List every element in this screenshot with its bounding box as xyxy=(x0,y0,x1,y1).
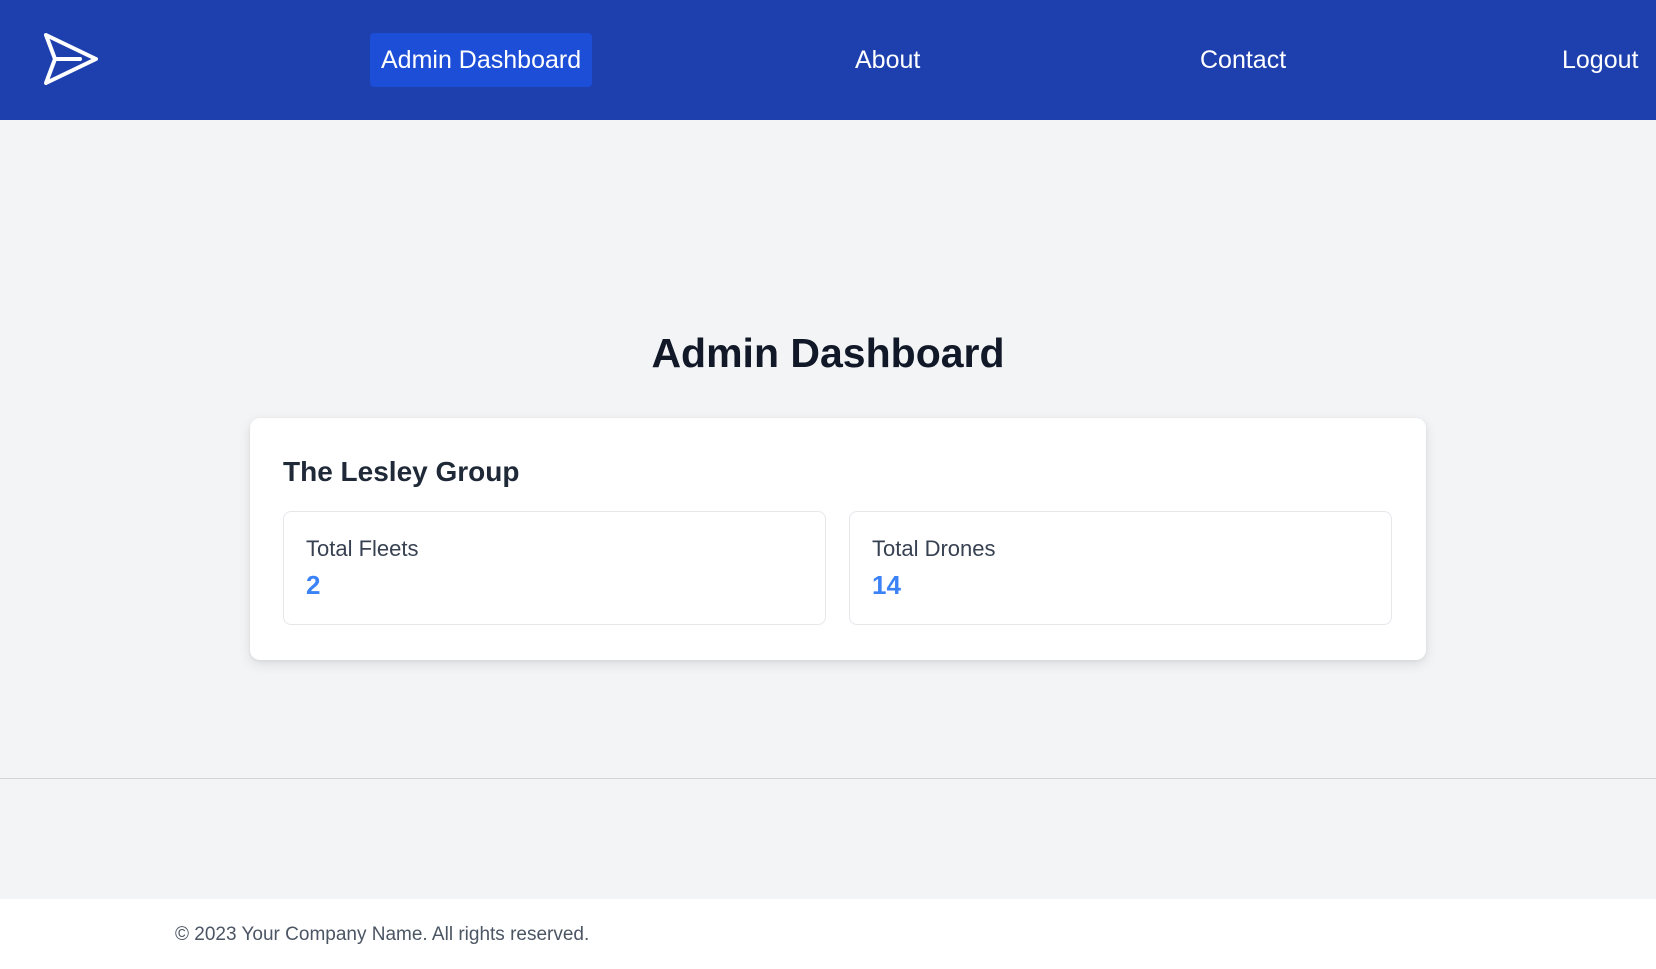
nav-link-contact[interactable]: Contact xyxy=(1200,33,1286,87)
organization-card: The Lesley Group Total Fleets 2 Total Dr… xyxy=(250,418,1426,660)
stat-label: Total Drones xyxy=(872,536,996,561)
nav-link-admin-dashboard[interactable]: Admin Dashboard xyxy=(370,33,593,87)
stat-value: 2 xyxy=(306,570,321,600)
footer: © 2023 Your Company Name. All rights res… xyxy=(0,899,1656,969)
total-drones-stat: Total Drones 14 xyxy=(849,511,1392,625)
stat-label: Total Fleets xyxy=(306,536,419,561)
stat-value: 14 xyxy=(872,570,901,600)
organization-name: The Lesley Group xyxy=(283,456,520,487)
paper-plane-icon[interactable] xyxy=(42,31,100,87)
total-fleets-stat: Total Fleets 2 xyxy=(283,511,826,625)
copyright-text: © 2023 Your Company Name. All rights res… xyxy=(175,924,590,945)
nav-link-logout[interactable]: Logout xyxy=(1562,33,1638,87)
navbar: Admin Dashboard About Contact Logout xyxy=(0,0,1656,120)
page-title: Admin Dashboard xyxy=(651,330,1005,376)
nav-link-about[interactable]: About xyxy=(855,33,920,87)
footer-divider xyxy=(0,778,1656,779)
